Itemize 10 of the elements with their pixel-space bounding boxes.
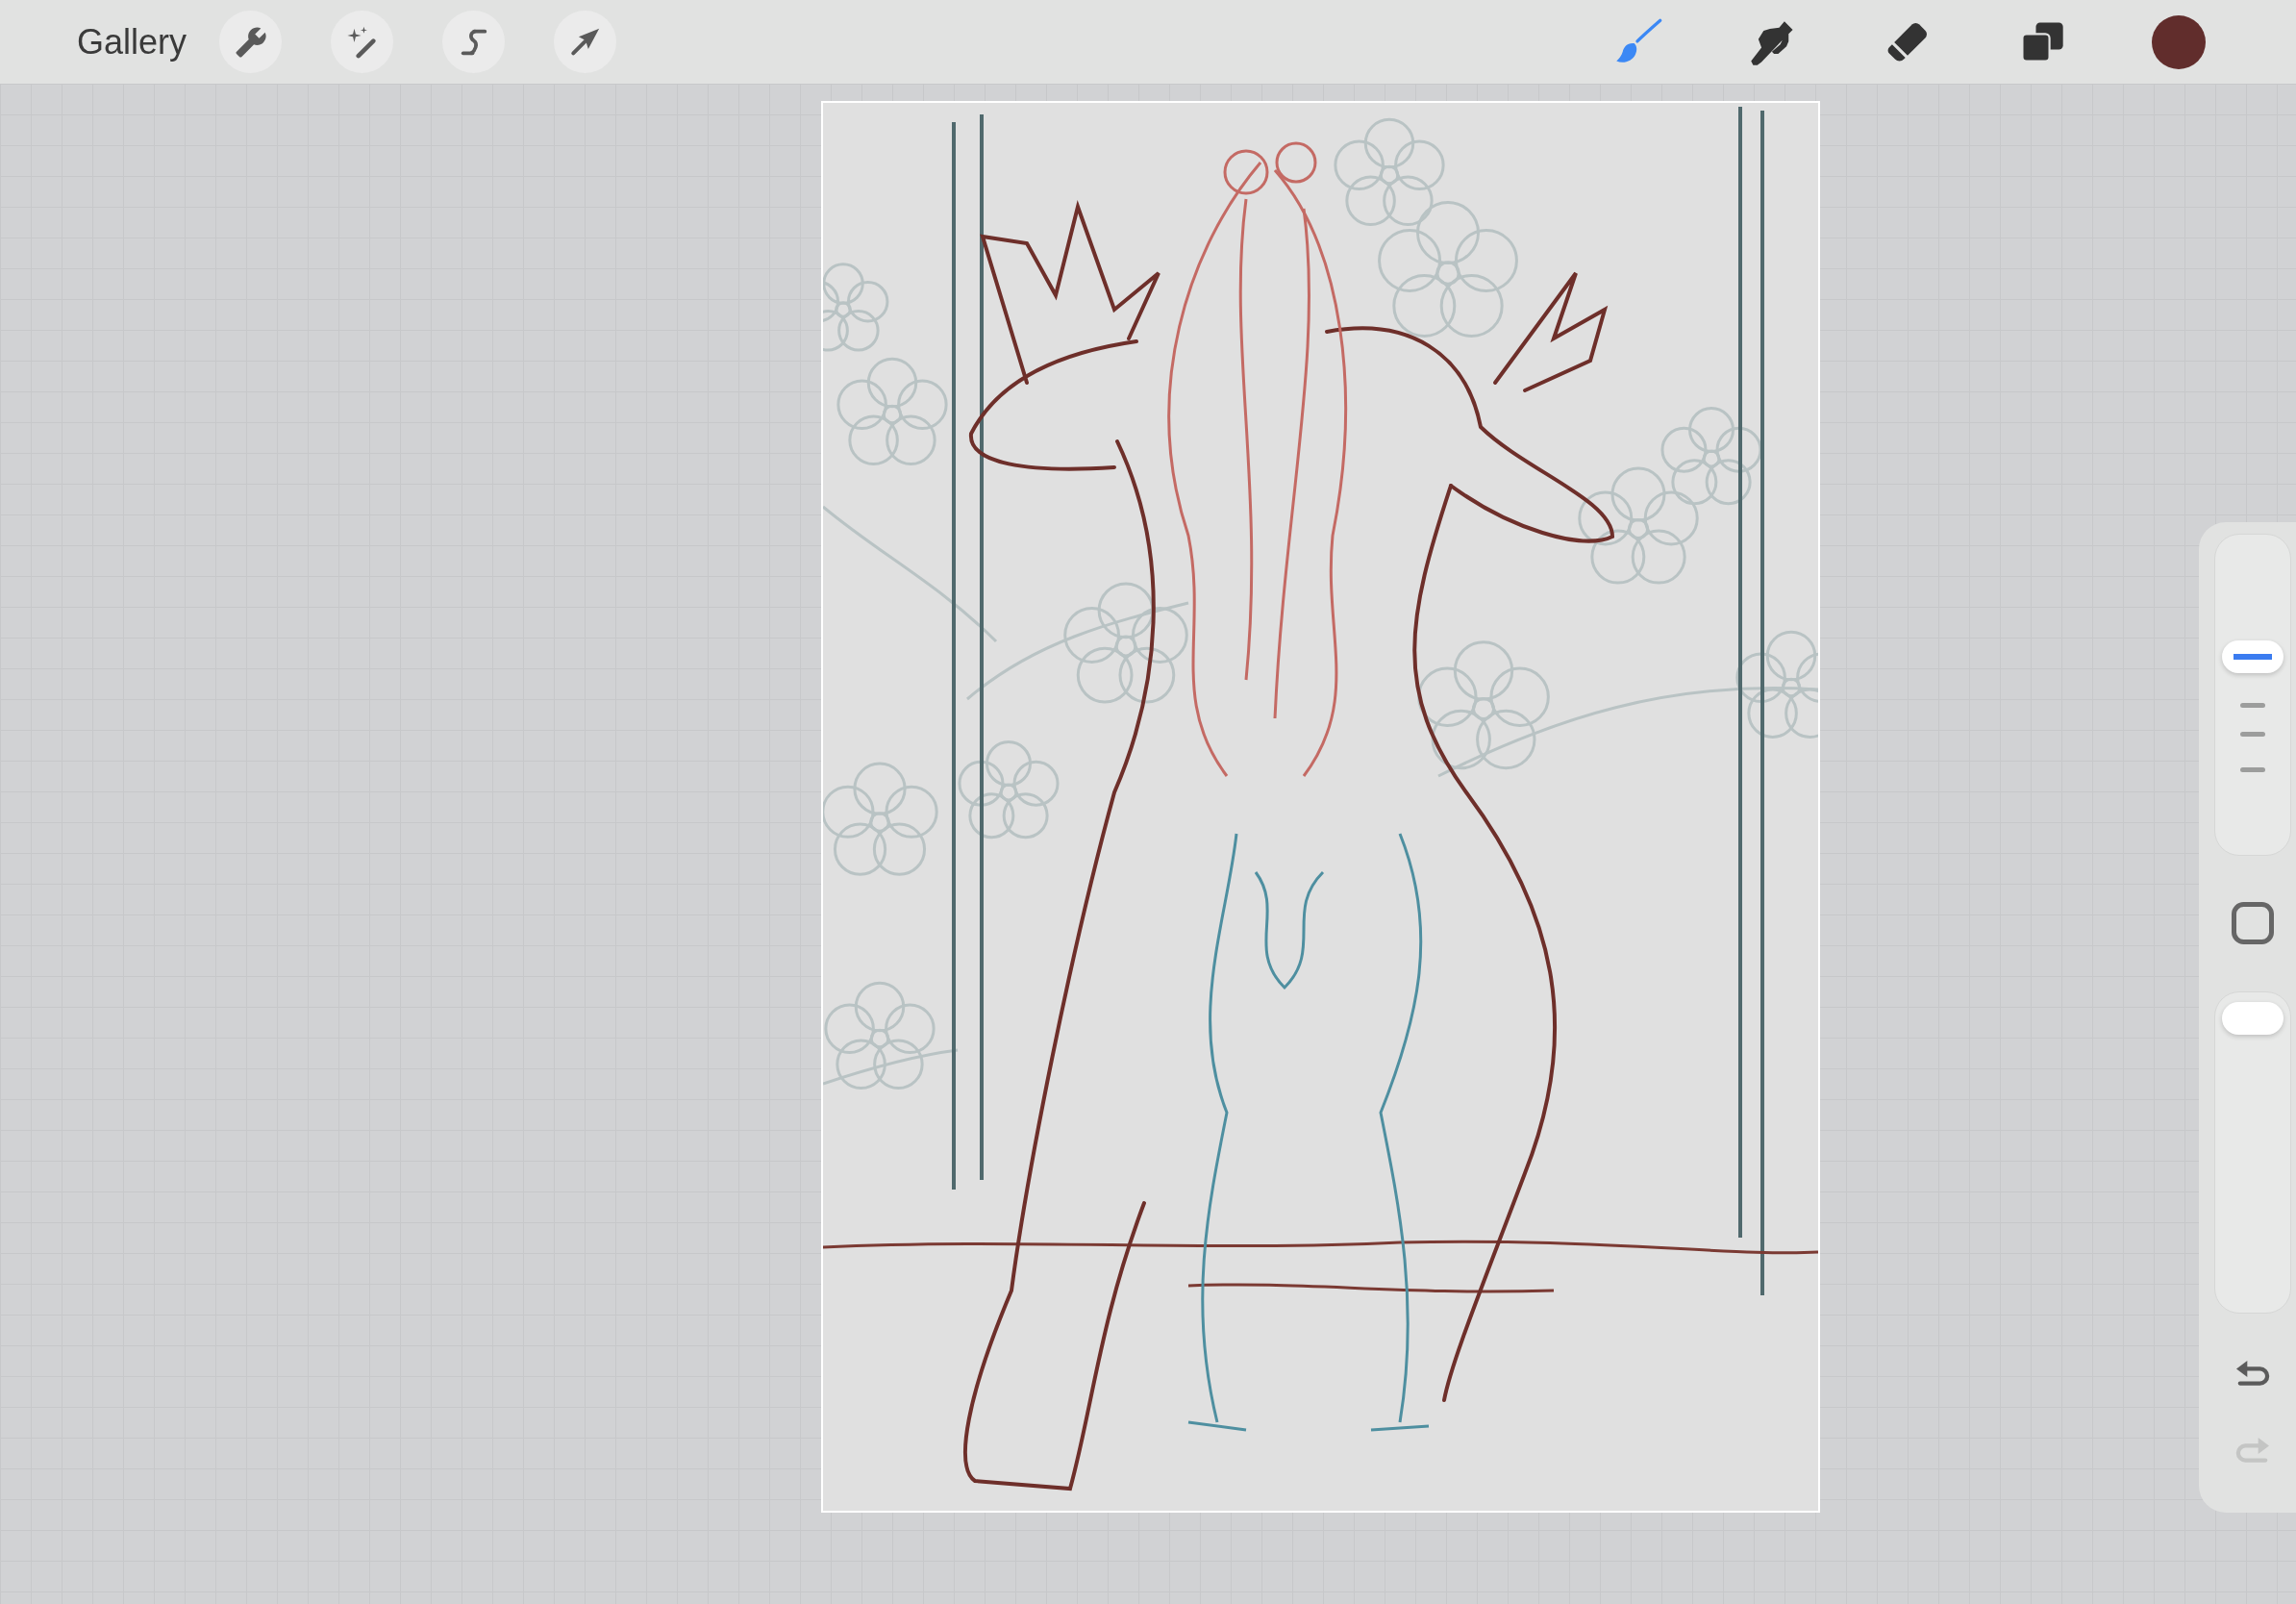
square-icon[interactable] [2231,902,2274,944]
gallery-button[interactable]: Gallery [77,24,187,60]
brush-size-slider[interactable] [2213,534,2291,856]
slider-thumb[interactable] [2221,1001,2284,1035]
size-tick-mark [2239,767,2265,772]
size-tick-mark [2239,703,2265,708]
size-tick-mark [2239,732,2265,737]
wrench-icon [234,25,267,59]
opacity-slider[interactable] [2213,991,2291,1314]
slider-thumb[interactable] [2221,640,2284,674]
